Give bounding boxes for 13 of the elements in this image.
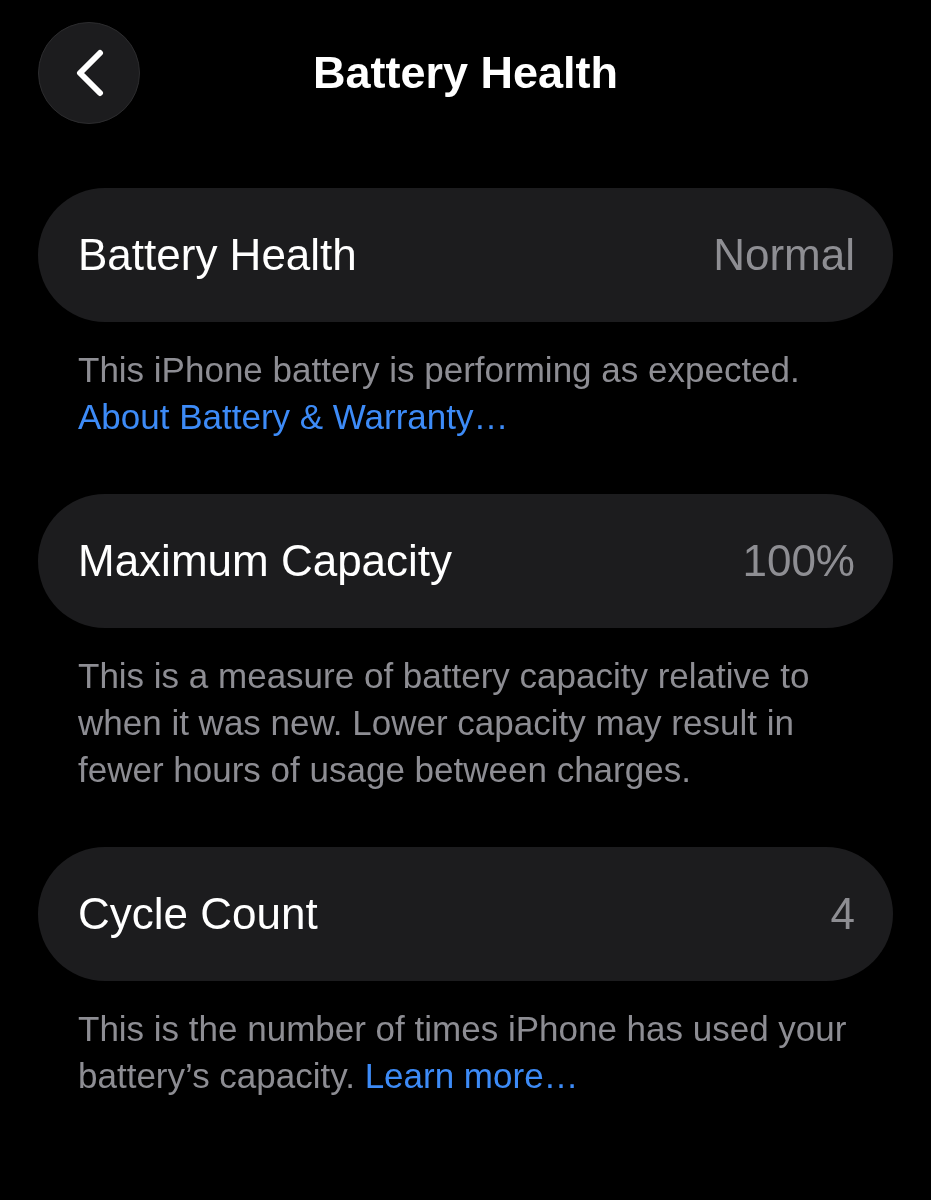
info-link[interactable]: Learn more… [364, 1056, 579, 1095]
row-label: Maximum Capacity [78, 536, 453, 586]
footer-note: This iPhone battery is performing as expected. About Battery & Warranty… [77, 349, 801, 438]
row-label: Cycle Count [78, 889, 318, 939]
info-link[interactable]: About Battery & Warranty… [78, 397, 509, 436]
row-value: 100% [742, 536, 855, 586]
row-label: Battery Health [78, 230, 357, 280]
footer-note: This is the number of times iPhone has used your battery’s capacity. Learn more… [77, 1008, 848, 1097]
row-value: 4 [830, 889, 855, 939]
footer-note: This is a measure of battery capacity relative to when it was new. Lower capacity may result in fewer hours of usage between charges. [77, 655, 811, 791]
screen-title: Battery Health [311, 47, 620, 99]
row-value: Normal [713, 230, 855, 280]
chevron-left-icon [74, 49, 104, 97]
